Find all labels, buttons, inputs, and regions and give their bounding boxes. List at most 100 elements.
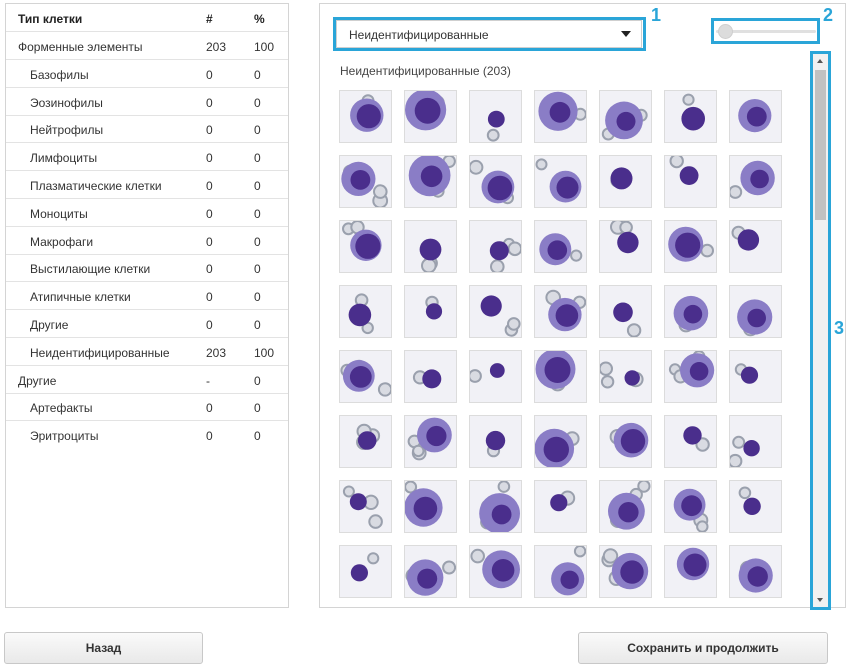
- cell-thumbnail[interactable]: [599, 155, 652, 208]
- row-percent: 100: [254, 40, 275, 54]
- scroll-down-arrow-icon[interactable]: [813, 592, 828, 607]
- cell-thumbnail[interactable]: [404, 415, 457, 468]
- cell-thumbnail[interactable]: [469, 285, 522, 338]
- cell-thumbnail[interactable]: [664, 415, 717, 468]
- row-percent: 0: [254, 318, 261, 332]
- cell-type-table: Тип клетки # % Форменные элементы 203 100 Б…: [5, 3, 289, 608]
- cell-thumbnail[interactable]: [729, 545, 782, 598]
- cell-thumbnail[interactable]: [534, 90, 587, 143]
- cell-thumbnail[interactable]: [404, 545, 457, 598]
- row-percent: 0: [254, 206, 261, 221]
- cell-thumbnail[interactable]: [664, 350, 717, 403]
- cell-thumbnail[interactable]: [534, 350, 587, 403]
- cell-thumbnail[interactable]: [469, 155, 522, 208]
- cell-thumbnail[interactable]: [729, 90, 782, 143]
- zoom-slider[interactable]: [716, 22, 816, 40]
- row-name: Эритроциты: [30, 429, 99, 444]
- cell-thumbnail[interactable]: [339, 415, 392, 468]
- table-row: Неидентифицированные 203 100: [6, 338, 288, 366]
- cell-thumbnail[interactable]: [664, 285, 717, 338]
- cell-image-grid: [339, 90, 784, 600]
- row-count: 0: [206, 123, 213, 138]
- table-row: Эритроциты 0 0: [6, 421, 288, 449]
- cell-thumbnail[interactable]: [599, 285, 652, 338]
- cell-thumbnail[interactable]: [729, 155, 782, 208]
- cell-thumbnail[interactable]: [534, 155, 587, 208]
- row-percent: 0: [254, 262, 261, 277]
- cell-thumbnail[interactable]: [339, 285, 392, 338]
- row-name: Плазматические клетки: [30, 179, 162, 193]
- table-row: Другие - 0: [6, 366, 288, 394]
- save-and-continue-button[interactable]: Сохранить и продолжить: [578, 632, 828, 664]
- cell-thumbnail[interactable]: [339, 90, 392, 143]
- row-count: 0: [206, 429, 213, 444]
- cell-thumbnail[interactable]: [599, 90, 652, 143]
- cell-thumbnail[interactable]: [469, 545, 522, 598]
- cell-thumbnail[interactable]: [469, 480, 522, 533]
- cell-thumbnail[interactable]: [469, 415, 522, 468]
- scroll-up-arrow-icon[interactable]: [813, 54, 828, 69]
- cell-thumbnail[interactable]: [664, 480, 717, 533]
- category-select-value: Неидентифицированные: [349, 28, 489, 42]
- cell-thumbnail[interactable]: [534, 220, 587, 273]
- row-percent: 0: [254, 179, 261, 193]
- table-row: Атипичные клетки 0 0: [6, 282, 288, 311]
- cell-thumbnail[interactable]: [404, 480, 457, 533]
- cell-thumbnail[interactable]: [599, 415, 652, 468]
- cell-thumbnail[interactable]: [599, 545, 652, 598]
- cell-thumbnail[interactable]: [534, 480, 587, 533]
- cell-thumbnail[interactable]: [729, 415, 782, 468]
- cell-thumbnail[interactable]: [469, 90, 522, 143]
- cell-thumbnail[interactable]: [534, 545, 587, 598]
- row-percent: 100: [254, 345, 275, 360]
- back-button[interactable]: Назад: [4, 632, 203, 664]
- gallery-title: Неидентифицированные (203): [340, 64, 511, 78]
- cell-thumbnail[interactable]: [599, 480, 652, 533]
- cell-thumbnail[interactable]: [729, 350, 782, 403]
- cell-thumbnail[interactable]: [534, 415, 587, 468]
- table-row: Макрофаги 0 0: [6, 227, 288, 255]
- cell-thumbnail[interactable]: [469, 350, 522, 403]
- cell-thumbnail[interactable]: [664, 220, 717, 273]
- row-count: 0: [206, 234, 213, 249]
- cell-thumbnail[interactable]: [404, 155, 457, 208]
- row-count: 0: [206, 67, 213, 82]
- scrollbar-thumb[interactable]: [815, 70, 826, 220]
- category-select[interactable]: Неидентифицированные: [336, 20, 642, 48]
- row-name: Атипичные клетки: [30, 290, 131, 305]
- cell-thumbnail[interactable]: [729, 480, 782, 533]
- row-name: Макрофаги: [30, 234, 94, 249]
- cell-thumbnail[interactable]: [339, 480, 392, 533]
- cell-thumbnail[interactable]: [534, 285, 587, 338]
- cell-thumbnail[interactable]: [404, 350, 457, 403]
- zoom-slider-thumb[interactable]: [718, 24, 733, 39]
- cell-thumbnail[interactable]: [469, 220, 522, 273]
- row-name: Моноциты: [30, 206, 88, 221]
- annotation-label-3: 3: [834, 318, 845, 338]
- cell-thumbnail[interactable]: [339, 545, 392, 598]
- cell-thumbnail[interactable]: [404, 220, 457, 273]
- row-count: 0: [206, 401, 213, 416]
- row-name: Неидентифицированные: [30, 345, 170, 360]
- cell-thumbnail[interactable]: [729, 285, 782, 338]
- row-name: Базофилы: [30, 67, 89, 82]
- cell-thumbnail[interactable]: [729, 220, 782, 273]
- table-row: Базофилы 0 0: [6, 60, 288, 88]
- table-row: Форменные элементы 203 100: [6, 32, 288, 60]
- cell-thumbnail[interactable]: [664, 545, 717, 598]
- cell-thumbnail[interactable]: [339, 220, 392, 273]
- cell-thumbnail[interactable]: [404, 285, 457, 338]
- gallery-scrollbar[interactable]: [813, 54, 828, 607]
- cell-thumbnail[interactable]: [339, 155, 392, 208]
- row-name: Другие: [18, 373, 57, 388]
- row-count: 203: [206, 40, 227, 54]
- row-percent: 0: [254, 95, 261, 110]
- cell-thumbnail[interactable]: [339, 350, 392, 403]
- cell-thumbnail[interactable]: [664, 155, 717, 208]
- cell-thumbnail[interactable]: [599, 220, 652, 273]
- cell-thumbnail[interactable]: [404, 90, 457, 143]
- table-row: Другие 0 0: [6, 310, 288, 338]
- cell-thumbnail[interactable]: [599, 350, 652, 403]
- row-percent: 0: [254, 401, 261, 416]
- cell-thumbnail[interactable]: [664, 90, 717, 143]
